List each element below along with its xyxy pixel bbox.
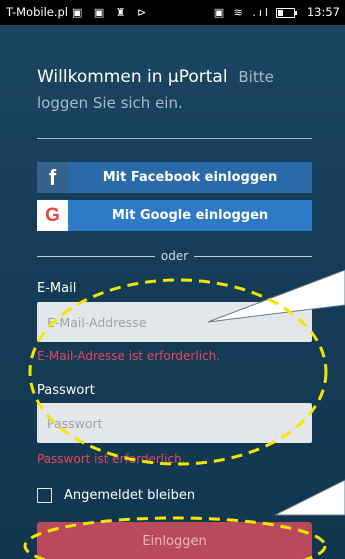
password-error-message: Passwort ist erforderlich. (37, 452, 186, 466)
google-login-label: Mit Google einloggen (111, 208, 269, 223)
or-divider-line-right (194, 255, 312, 257)
welcome-heading: Willkommen in µPortal Bitte loggen Sie s… (37, 64, 317, 116)
google-login-button[interactable]: G Mit Google einloggen (37, 200, 312, 231)
login-button[interactable]: Einloggen (37, 522, 312, 559)
or-divider: oder (37, 248, 312, 264)
welcome-title: Willkommen in µPortal (37, 67, 228, 87)
signal-wifi-icons: ▣ ≋ .ıl (213, 6, 271, 19)
login-screen: T-Mobile.pl ▣ ▣ ♜ ⊳ ▣ ≋ .ıl 13:57 Willko… (0, 0, 345, 559)
facebook-icon: f (37, 162, 68, 193)
google-icon: G (37, 200, 68, 231)
remember-me-row[interactable]: Angemeldet bleiben (37, 488, 195, 503)
remember-me-checkbox[interactable] (37, 488, 52, 503)
battery-icon (276, 8, 297, 18)
or-divider-text: oder (160, 249, 189, 263)
carrier-name: T-Mobile.pl (6, 5, 68, 19)
status-bar: T-Mobile.pl ▣ ▣ ♜ ⊳ ▣ ≋ .ıl 13:57 (0, 0, 345, 25)
facebook-login-label: Mit Facebook einloggen (102, 170, 278, 185)
email-input[interactable] (37, 302, 312, 342)
facebook-login-button[interactable]: f Mit Facebook einloggen (37, 162, 312, 193)
status-time: 13:57 (306, 5, 340, 19)
notification-icons: ▣ ▣ ♜ ⊳ (72, 6, 151, 19)
remember-me-label: Angemeldet bleiben (64, 488, 196, 503)
or-divider-line-left (37, 255, 155, 257)
email-label: E-Mail (37, 281, 77, 296)
password-input[interactable] (37, 403, 312, 443)
password-label: Passwort (37, 383, 95, 398)
header-divider (37, 138, 312, 139)
email-error-message: E-Mail-Adresse ist erforderlich. (37, 349, 221, 363)
callout-login-bubble (274, 479, 345, 516)
